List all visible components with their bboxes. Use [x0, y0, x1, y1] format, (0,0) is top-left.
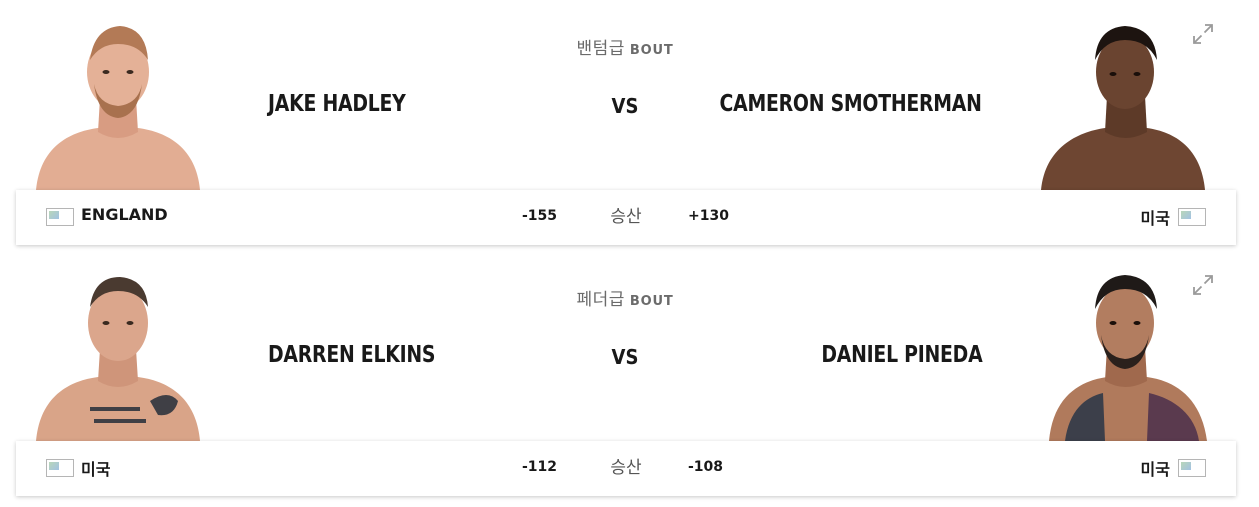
red-corner-fighter-photo[interactable] — [28, 20, 208, 190]
flag-icon — [1178, 208, 1206, 226]
red-corner-country: 미국 — [81, 460, 111, 479]
blue-corner-country: 미국 — [1140, 460, 1170, 479]
odds-label: 승산 — [610, 458, 642, 477]
red-corner-fighter-name[interactable]: DARREN ELKINS — [268, 339, 435, 371]
blue-corner-odds: -108 — [688, 459, 724, 475]
flag-icon — [46, 208, 74, 226]
blue-corner-fighter-name[interactable]: DANIEL PINEDA — [821, 339, 982, 371]
odds-bar: 미국 -112 승산 -108 미국 — [16, 441, 1236, 496]
bout-word: BOUT — [629, 43, 674, 58]
vs-label: VS — [611, 345, 639, 369]
weight-class-name: 밴텀급 — [576, 39, 625, 58]
red-corner-country: ENGLAND — [81, 205, 168, 224]
flag-icon — [46, 459, 74, 477]
blue-corner-fighter-photo[interactable] — [1035, 20, 1215, 190]
weight-class-name: 페더급 — [576, 290, 625, 309]
weight-class-label: 밴텀급 BOUT — [500, 34, 750, 59]
blue-corner-odds: +130 — [688, 208, 729, 224]
red-corner-fighter-name[interactable]: JAKE HADLEY — [268, 88, 406, 120]
bout-word: BOUT — [629, 294, 674, 309]
blue-corner-fighter-name[interactable]: CAMERON SMOTHERMAN — [720, 88, 982, 120]
odds-label: 승산 — [610, 207, 642, 226]
fight-card-bout[interactable]: 밴텀급 BOUT JAKE HADLEY VS CAMERON SMOTHERMA… — [0, 0, 1259, 250]
odds-bar: ENGLAND -155 승산 +130 미국 — [16, 190, 1236, 245]
fight-card-bout[interactable]: 페더급 BOUT DARREN ELKINS VS DANIEL PINEDA 미… — [0, 251, 1259, 501]
vs-label: VS — [611, 94, 639, 118]
red-corner-odds: -112 — [521, 459, 557, 475]
blue-corner-country: 미국 — [1140, 209, 1170, 228]
flag-icon — [1178, 459, 1206, 477]
red-corner-fighter-photo[interactable] — [28, 271, 208, 441]
red-corner-odds: -155 — [521, 208, 557, 224]
blue-corner-fighter-photo[interactable] — [1035, 271, 1215, 441]
weight-class-label: 페더급 BOUT — [500, 285, 750, 310]
